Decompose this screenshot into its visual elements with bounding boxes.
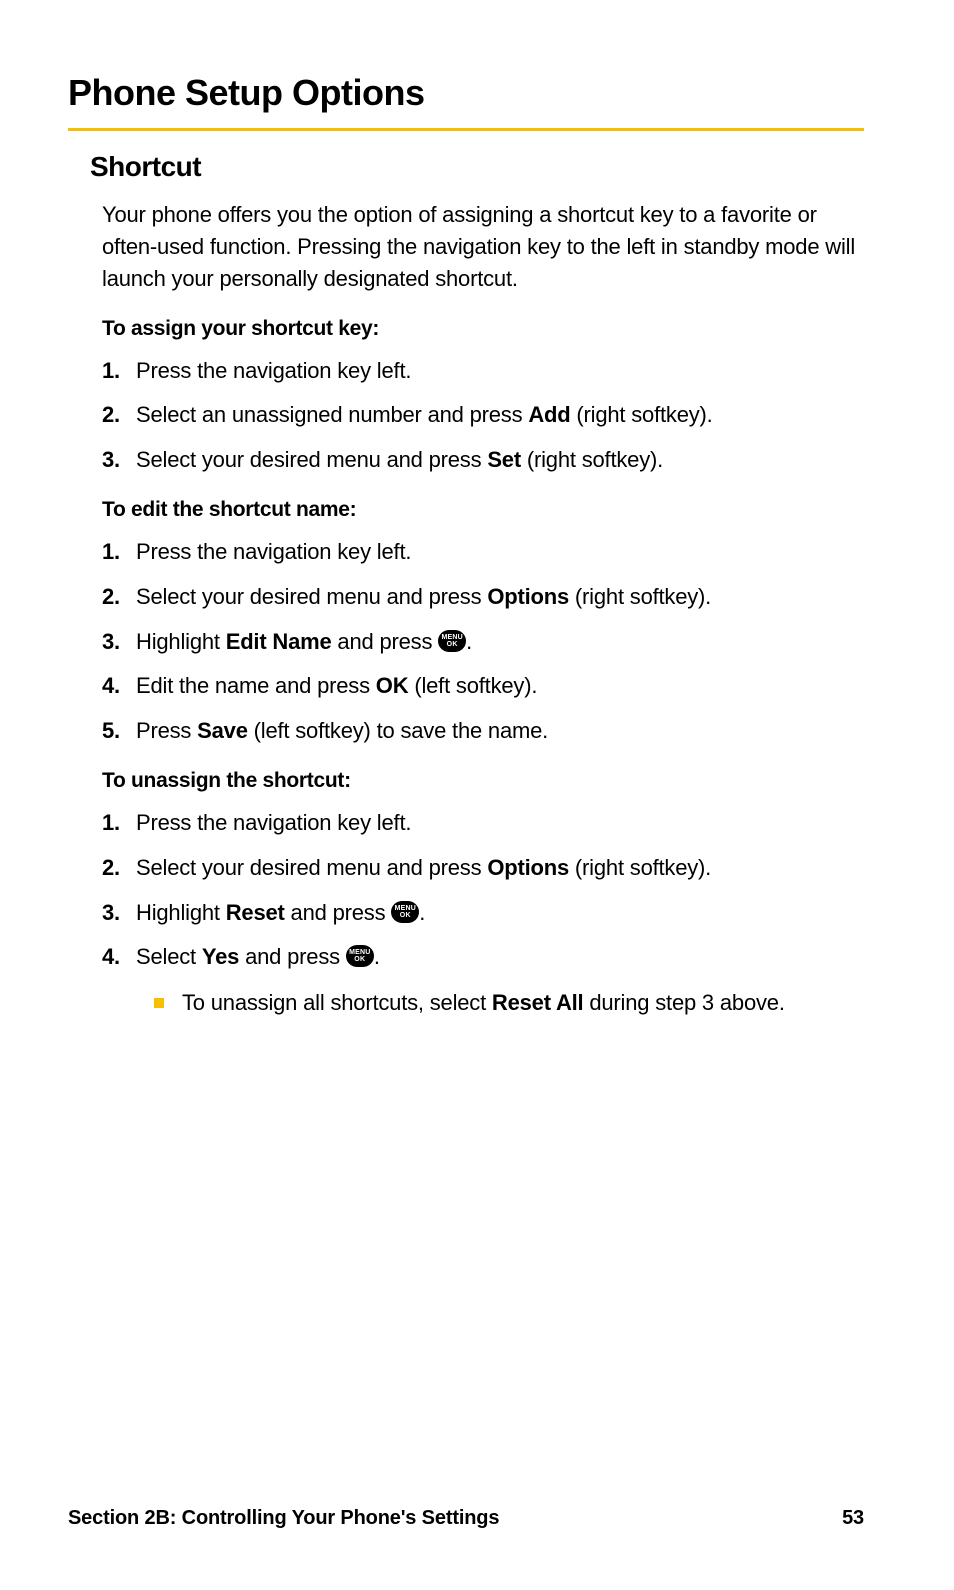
step-item: 4.Select Yes and press MENUOK. — [102, 943, 864, 972]
intro-paragraph: Your phone offers you the option of assi… — [90, 199, 864, 295]
page-title: Phone Setup Options — [68, 72, 864, 114]
step-text: Highlight Edit Name and press MENUOK. — [136, 628, 864, 657]
step-text: Highlight Reset and press MENUOK. — [136, 899, 864, 928]
bold-text: Add — [528, 402, 570, 427]
sub-bullet-text: To unassign all shortcuts, select Reset … — [182, 988, 864, 1019]
text-run: Highlight — [136, 629, 226, 654]
text-run: and press — [285, 900, 392, 925]
step-number: 4. — [102, 672, 136, 701]
steps-edit: 1.Press the navigation key left.2.Select… — [90, 538, 864, 745]
section-subtitle: Shortcut — [90, 151, 864, 183]
step-number: 2. — [102, 401, 136, 430]
step-item: 4.Edit the name and press OK (left softk… — [102, 672, 864, 701]
page-footer: Section 2B: Controlling Your Phone's Set… — [68, 1507, 864, 1530]
step-item: 3.Highlight Reset and press MENUOK. — [102, 899, 864, 928]
text-run: (right softkey). — [569, 855, 711, 880]
text-run: . — [419, 900, 425, 925]
step-text: Edit the name and press OK (left softkey… — [136, 672, 864, 701]
text-run: Select — [136, 944, 202, 969]
subhead-unassign: To unassign the shortcut: — [90, 769, 864, 793]
text-run: Select your desired menu and press — [136, 584, 487, 609]
bold-text: Options — [487, 584, 569, 609]
title-divider — [68, 128, 864, 131]
text-run: (right softkey). — [521, 447, 663, 472]
bold-text: Yes — [202, 944, 239, 969]
text-run: . — [466, 629, 472, 654]
text-run: (right softkey). — [571, 402, 713, 427]
bold-text: Edit Name — [226, 629, 332, 654]
menu-ok-icon: MENUOK — [346, 945, 374, 967]
step-item: 2.Select your desired menu and press Opt… — [102, 854, 864, 883]
bold-text: Reset All — [492, 990, 584, 1015]
step-text: Select your desired menu and press Optio… — [136, 854, 864, 883]
menu-ok-icon: MENUOK — [438, 630, 466, 652]
steps-unassign: 1.Press the navigation key left.2.Select… — [90, 809, 864, 1018]
text-run: Edit the name and press — [136, 673, 376, 698]
text-run: Press the navigation key left. — [136, 358, 411, 383]
step-text: Press the navigation key left. — [136, 357, 864, 386]
step-number: 3. — [102, 899, 136, 928]
step-item: 5.Press Save (left softkey) to save the … — [102, 717, 864, 746]
text-run: Highlight — [136, 900, 226, 925]
sub-bullet: To unassign all shortcuts, select Reset … — [102, 988, 864, 1019]
text-run: (left softkey). — [408, 673, 537, 698]
bold-text: OK — [376, 673, 409, 698]
text-run: Select an unassigned number and press — [136, 402, 528, 427]
step-text: Press the navigation key left. — [136, 538, 864, 567]
step-number: 1. — [102, 809, 136, 838]
text-run: . — [374, 944, 380, 969]
text-run: To unassign all shortcuts, select — [182, 990, 492, 1015]
text-run: (right softkey). — [569, 584, 711, 609]
text-run: during step 3 above. — [583, 990, 784, 1015]
footer-section: Section 2B: Controlling Your Phone's Set… — [68, 1507, 499, 1530]
bullet-marker-icon — [154, 998, 164, 1008]
subhead-assign: To assign your shortcut key: — [90, 317, 864, 341]
step-item: 1.Press the navigation key left. — [102, 809, 864, 838]
step-number: 4. — [102, 943, 136, 972]
step-text: Press the navigation key left. — [136, 809, 864, 838]
step-item: 2.Select your desired menu and press Opt… — [102, 583, 864, 612]
step-number: 2. — [102, 583, 136, 612]
text-run: Press the navigation key left. — [136, 539, 411, 564]
bold-text: Set — [487, 447, 521, 472]
text-run: (left softkey) to save the name. — [248, 718, 548, 743]
text-run: Press the navigation key left. — [136, 810, 411, 835]
step-item: 3.Select your desired menu and press Set… — [102, 446, 864, 475]
step-text: Select Yes and press MENUOK. — [136, 943, 864, 972]
text-run: and press — [332, 629, 439, 654]
step-item: 1.Press the navigation key left. — [102, 357, 864, 386]
step-number: 5. — [102, 717, 136, 746]
bold-text: Save — [197, 718, 248, 743]
step-item: 2.Select an unassigned number and press … — [102, 401, 864, 430]
bold-text: Reset — [226, 900, 285, 925]
step-number: 1. — [102, 357, 136, 386]
text-run: Select your desired menu and press — [136, 447, 487, 472]
text-run: and press — [239, 944, 346, 969]
step-text: Select your desired menu and press Optio… — [136, 583, 864, 612]
text-run: Press — [136, 718, 197, 743]
step-item: 3.Highlight Edit Name and press MENUOK. — [102, 628, 864, 657]
step-item: 1.Press the navigation key left. — [102, 538, 864, 567]
step-number: 3. — [102, 628, 136, 657]
step-number: 3. — [102, 446, 136, 475]
step-number: 2. — [102, 854, 136, 883]
step-number: 1. — [102, 538, 136, 567]
text-run: Select your desired menu and press — [136, 855, 487, 880]
step-text: Press Save (left softkey) to save the na… — [136, 717, 864, 746]
steps-assign: 1.Press the navigation key left.2.Select… — [90, 357, 864, 475]
footer-page-number: 53 — [842, 1507, 864, 1530]
menu-ok-icon: MENUOK — [391, 901, 419, 923]
step-text: Select your desired menu and press Set (… — [136, 446, 864, 475]
subhead-edit: To edit the shortcut name: — [90, 498, 864, 522]
step-text: Select an unassigned number and press Ad… — [136, 401, 864, 430]
bold-text: Options — [487, 855, 569, 880]
